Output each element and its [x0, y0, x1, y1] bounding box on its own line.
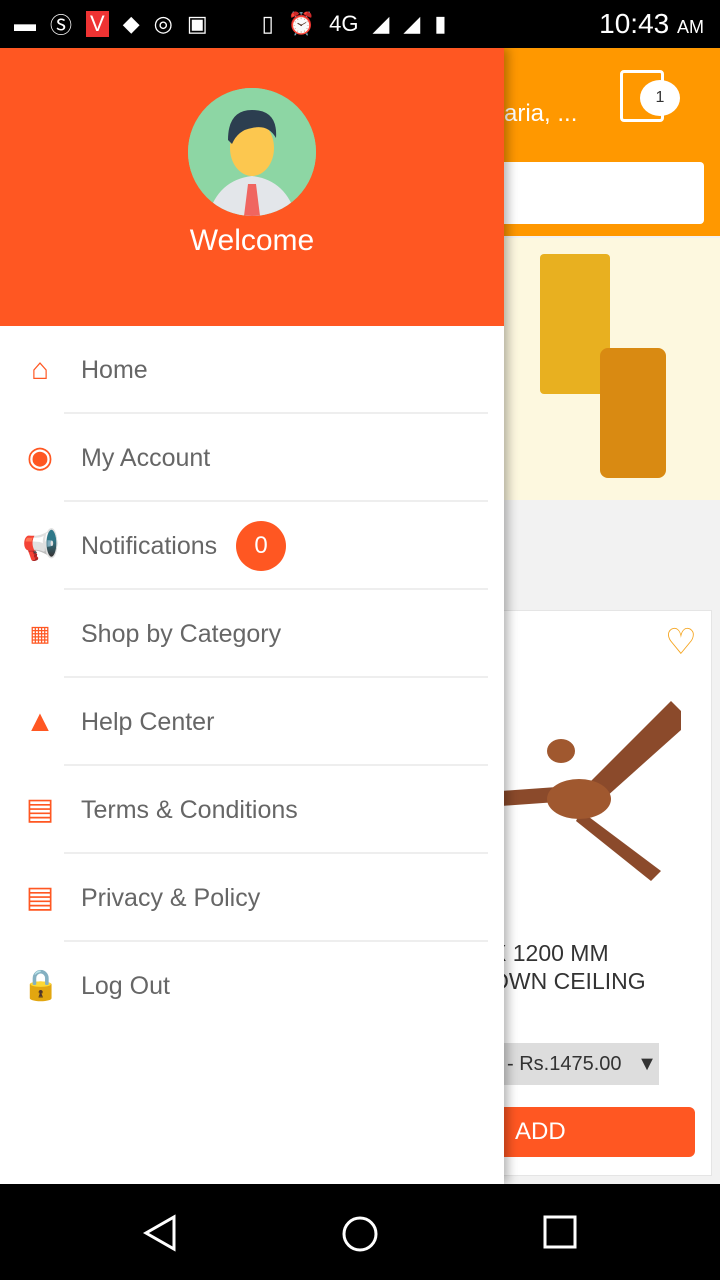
price-select[interactable]: - Rs.1475.00 ▼: [491, 1043, 659, 1085]
home-button[interactable]: [340, 1214, 380, 1254]
menu-item-help-center[interactable]: ▲ Help Center: [0, 678, 504, 766]
chrome-icon: ◎: [153, 11, 173, 36]
drawer-header: Welcome: [0, 48, 504, 326]
gallery-icon: ▣: [186, 11, 208, 36]
newspaper-icon: ▤: [25, 793, 55, 826]
drive-icon: ◆: [122, 11, 140, 36]
battery-icon: ▮: [434, 11, 447, 36]
cart-badge: 1: [640, 80, 680, 116]
signal-icon: ◢: [372, 11, 390, 36]
network-type: 4G: [329, 11, 359, 36]
navigation-icon: ▲: [25, 705, 55, 738]
menu-item-notifications[interactable]: 📢 Notifications 0: [0, 502, 504, 590]
vidmate-icon: V: [86, 11, 109, 37]
menu-item-my-account[interactable]: ◉ My Account: [0, 414, 504, 502]
message-icon: ▬: [14, 11, 36, 36]
menu-item-home[interactable]: ⌂ Home: [0, 326, 504, 414]
newspaper-icon: ▤: [25, 881, 55, 914]
honey-image: [600, 348, 666, 478]
product-title: X 1200 MM OWN CEILING: [491, 940, 646, 994]
add-button[interactable]: ADD: [491, 1107, 695, 1157]
location-text[interactable]: aria, ...: [504, 100, 577, 128]
navigation-drawer: Welcome ⌂ Home ◉ My Account 📢 Notifications…: [0, 48, 504, 1184]
avatar: [188, 88, 316, 216]
signal-icon: ◢: [403, 11, 421, 36]
lock-icon: 🔒: [22, 969, 60, 1002]
vibrate-icon: ▯: [261, 11, 274, 36]
welcome-text: Welcome: [189, 224, 315, 257]
notification-badge: 0: [236, 521, 286, 571]
home-icon: ⌂: [30, 353, 50, 386]
alarm-icon: ⏰: [287, 11, 316, 36]
system-nav-bar: [0, 1184, 720, 1280]
skype-icon: Ⓢ: [50, 13, 73, 38]
ceiling-fan-image: [501, 701, 681, 881]
drawer-menu: ⌂ Home ◉ My Account 📢 Notifications 0 ▦ Shop …: [0, 326, 504, 1030]
megaphone-icon: 📢: [22, 529, 60, 562]
grid-icon: ▦: [29, 621, 51, 646]
recents-button[interactable]: [542, 1214, 578, 1250]
menu-item-log-out[interactable]: 🔒 Log Out: [0, 942, 504, 1030]
promo-banner[interactable]: [500, 238, 720, 500]
heart-icon[interactable]: ♡: [665, 621, 697, 663]
account-icon: ◉: [26, 441, 54, 474]
back-button[interactable]: [142, 1214, 178, 1252]
menu-item-terms[interactable]: ▤ Terms & Conditions: [0, 766, 504, 854]
clock: 10:43 AM: [599, 8, 704, 39]
product-card[interactable]: ♡ X 1200 MM OWN CEILING - Rs.1475.00 ▼ AD…: [490, 610, 712, 1176]
status-bar: ▬ Ⓢ V ◆ ◎ ▣ ▯ ⏰ 4G ◢ ◢ ▮ 10:43 AM: [0, 0, 720, 48]
menu-item-privacy[interactable]: ▤ Privacy & Policy: [0, 854, 504, 942]
search-input[interactable]: [490, 162, 704, 224]
menu-item-shop-by-category[interactable]: ▦ Shop by Category: [0, 590, 504, 678]
